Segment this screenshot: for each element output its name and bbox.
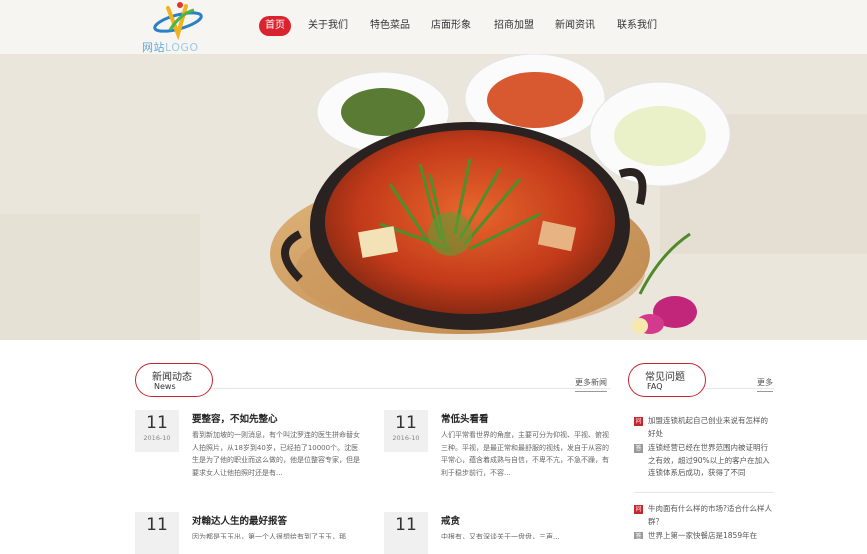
- answer-tag-icon: 答: [634, 444, 643, 453]
- faq-divider: [706, 388, 774, 389]
- question-tag-icon: 问: [634, 417, 643, 426]
- hero-banner: [0, 54, 867, 340]
- news-summary: 中根有，又有深谈关于一盘盘，三声...: [441, 533, 560, 539]
- more-news-link[interactable]: 更多新闻: [575, 377, 607, 392]
- nav-item-about[interactable]: 关于我们: [308, 16, 348, 36]
- news-divider: [212, 388, 610, 389]
- nav-item-home[interactable]: 首页: [259, 16, 291, 36]
- news-date-badge: 11 2016-10: [135, 410, 179, 452]
- nav-item-franchise[interactable]: 招商加盟: [494, 16, 534, 36]
- site-logo[interactable]: 网站LOGO: [140, 0, 216, 54]
- news-date-day: 11: [146, 413, 168, 433]
- news-title[interactable]: 常低头看看: [441, 411, 489, 425]
- news-date-ym: 2016-10: [143, 434, 171, 442]
- more-faq-link[interactable]: 更多: [757, 377, 773, 392]
- faq-answer-text: 连锁经营已经在世界范围内被证明行之有效，超过90%以上的客户在加入连锁体系后成功…: [648, 443, 770, 477]
- logo-text: 网站LOGO: [142, 39, 199, 55]
- question-tag-icon: 问: [634, 505, 643, 514]
- news-date-day: 11: [395, 515, 417, 535]
- faq-question-text[interactable]: 牛肉面有什么样的市场?适合什么样人群？: [648, 503, 774, 528]
- news-date-badge: 11: [135, 512, 179, 554]
- faq-section-title: 常见问题 FAQ: [628, 363, 706, 397]
- news-section-title: 新闻动态 News: [135, 363, 213, 397]
- logo-text-en: LOGO: [165, 41, 199, 54]
- faq-divider: [634, 492, 774, 493]
- answer-tag-icon: 答: [634, 532, 643, 539]
- news-summary: 因为都是玉玉出，第一个人很想给有到了玉玉，那: [192, 533, 346, 539]
- news-title[interactable]: 戒贪: [441, 513, 460, 527]
- faq-answer: 答 连锁经营已经在世界范围内被证明行之有效，超过90%以上的客户在加入连锁体系后…: [634, 442, 774, 482]
- faq-question[interactable]: 问 牛肉面有什么样的市场?适合什么样人群？: [634, 503, 774, 529]
- site-header: 网站LOGO 首页 关于我们 特色菜品 店面形象 招商加盟 新闻资讯 联系我们: [0, 0, 867, 54]
- faq-answer-text: 世界上第一家快餐店是1859年在: [648, 531, 758, 539]
- nav-item-dishes[interactable]: 特色菜品: [370, 16, 410, 36]
- nav-item-contact[interactable]: 联系我们: [617, 16, 657, 36]
- faq-answer: 答 世界上第一家快餐店是1859年在: [634, 530, 774, 539]
- news-summary: 看到新加坡的一则消息，有个叫沈罗连的医生拼命替女人拍照片，从18岁到40岁，已经…: [192, 431, 360, 477]
- news-date-badge: 11: [384, 512, 428, 554]
- news-title[interactable]: 对翰达人生的最好报答: [192, 513, 287, 527]
- logo-text-cn: 网站: [142, 41, 165, 54]
- news-date-day: 11: [146, 515, 168, 535]
- news-section-title-en: News: [154, 382, 176, 391]
- news-date-ym: 2016-10: [392, 434, 420, 442]
- news-title[interactable]: 要整容，不如先整心: [192, 411, 278, 425]
- logo-mark-icon: [153, 2, 203, 40]
- nav-item-stores[interactable]: 店面形象: [431, 16, 471, 36]
- news-date-badge: 11 2016-10: [384, 410, 428, 452]
- faq-section-title-en: FAQ: [647, 382, 663, 391]
- news-section-title-cn: 新闻动态: [152, 372, 192, 383]
- nav-item-news[interactable]: 新闻资讯: [555, 16, 595, 36]
- faq-section-title-cn: 常见问题: [645, 372, 685, 383]
- news-date-day: 11: [395, 413, 417, 433]
- hotpot-food-image: [0, 54, 867, 340]
- faq-question[interactable]: 问 加盟连锁机起自己创业来说有怎样的好处: [634, 415, 774, 441]
- news-summary: 人们平常看世界的角度，主要可分为仰视、平视、俯视三种。平视，是最正常和最舒服的视…: [441, 431, 609, 477]
- faq-question-text[interactable]: 加盟连锁机起自己创业来说有怎样的好处: [648, 415, 774, 440]
